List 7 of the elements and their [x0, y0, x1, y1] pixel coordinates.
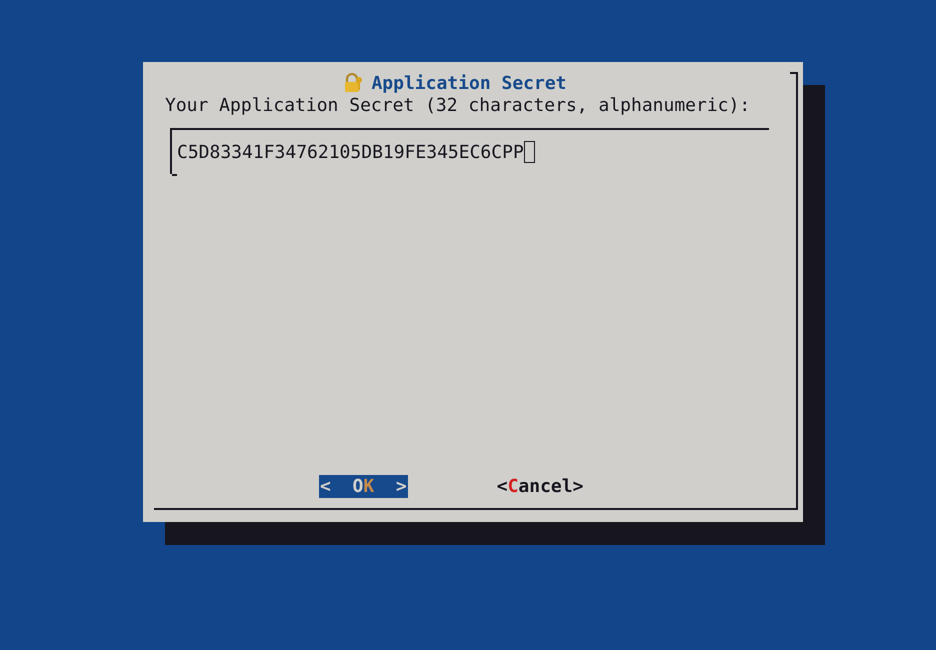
- lock-key-icon: [343, 73, 364, 93]
- prompt-label: Your Application Secret (32 characters, alphanumeric):: [165, 94, 752, 118]
- dialog-title: Application Secret: [371, 72, 567, 94]
- text-cursor: [524, 141, 535, 163]
- dialog-button[interactable]: < OK >: [319, 475, 408, 498]
- dialog-button[interactable]: <Cancel>: [496, 475, 584, 498]
- input-field[interactable]: C5D83341F34762105DB19FE345EC6CPP: [170, 128, 769, 174]
